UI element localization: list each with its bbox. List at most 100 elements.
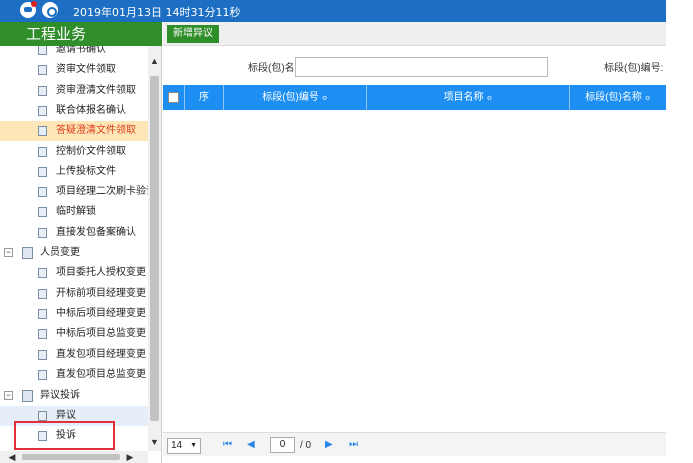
sidebar-item-invitation-confirm[interactable]: 邀请书确认: [0, 46, 148, 60]
folder-icon: [22, 390, 33, 402]
sort-icon[interactable]: ≎: [487, 95, 493, 102]
sidebar: 工程业务 邀请书确认 资审文件领取 资审澄清文件领取 联合体报名确认 答疑澄清文…: [0, 22, 162, 463]
sidebar-item-post-award-supervisor-change[interactable]: 中标后项目总监变更: [0, 324, 148, 344]
sidebar-group-personnel-change[interactable]: − 人员变更: [0, 243, 148, 263]
sidebar-item-pre-open-pm-change[interactable]: 开标前项目经理变更: [0, 284, 148, 304]
header-icons: [20, 1, 58, 18]
sidebar-item-qa-clarify[interactable]: 答疑澄清文件领取: [0, 121, 148, 141]
sort-icon[interactable]: ≎: [322, 95, 328, 102]
sidebar-item-upload-bid[interactable]: 上传投标文件: [0, 162, 148, 182]
scroll-left-icon[interactable]: ◀: [6, 451, 18, 463]
document-icon: [38, 350, 47, 360]
sidebar-horizontal-scrollbar[interactable]: ◀ ▶: [0, 451, 148, 463]
search-form: 标段(包)名称: 标段(包)编号:: [163, 54, 666, 78]
sidebar-item-consortium-confirm[interactable]: 联合体报名确认: [0, 101, 148, 121]
sidebar-item-label: 直接发包备案确认: [56, 227, 136, 238]
document-icon: [38, 126, 47, 136]
document-icon: [38, 228, 47, 238]
sidebar-group-label: 人员变更: [40, 247, 80, 258]
datetime-display: 2019年01月13日 14时31分11秒: [73, 6, 241, 19]
document-icon: [38, 309, 47, 319]
sidebar-item-control-price[interactable]: 控制价文件领取: [0, 142, 148, 162]
sidebar-item-prequal-clarify[interactable]: 资审澄清文件领取: [0, 81, 148, 101]
sidebar-item-label: 邀请书确认: [56, 46, 106, 55]
sidebar-item-label: 开标前项目经理变更: [56, 288, 146, 299]
sidebar-item-label: 临时解锁: [56, 206, 96, 217]
document-icon: [38, 207, 47, 217]
scroll-down-icon[interactable]: ▼: [148, 435, 161, 449]
sidebar-item-pm-card-verify[interactable]: 项目经理二次刷卡验证: [0, 182, 148, 202]
document-icon: [38, 329, 47, 339]
document-icon: [38, 411, 47, 421]
sidebar-item-label: 上传投标文件: [56, 166, 116, 177]
prev-page-icon[interactable]: ◀: [247, 439, 255, 450]
sidebar-item-label: 资审澄清文件领取: [56, 85, 136, 96]
pagination-bar: 14 ▼ ⏮ ◀ 0 / 0 ▶ ⏭: [163, 432, 666, 456]
folder-icon: [22, 247, 33, 259]
top-header-bar: 2019年01月13日 14时31分11秒: [0, 0, 666, 22]
sidebar-group-label: 异议投诉: [40, 390, 80, 401]
column-header-project-name[interactable]: 项目名称 ≎: [367, 85, 570, 110]
scrollbar-thumb[interactable]: [22, 454, 120, 460]
sidebar-item-label: 答疑澄清文件领取: [56, 125, 136, 136]
sidebar-item-label: 直发包项目总监变更: [56, 369, 146, 380]
document-icon: [38, 187, 47, 197]
total-pages: / 0: [300, 440, 312, 451]
add-objection-button[interactable]: 新增异议: [167, 25, 219, 43]
sidebar-item-label: 联合体报名确认: [56, 105, 126, 116]
sidebar-item-label: 中标后项目总监变更: [56, 328, 146, 339]
toolbar: 新增异议: [163, 22, 666, 46]
document-icon: [38, 106, 47, 116]
column-header-index: 序: [185, 85, 224, 110]
document-icon: [38, 268, 47, 278]
next-page-icon[interactable]: ▶: [325, 439, 333, 450]
sidebar-item-direct-filing[interactable]: 直接发包备案确认: [0, 223, 148, 243]
sidebar-item-temp-unlock[interactable]: 临时解锁: [0, 202, 148, 222]
page-right-margin: [666, 0, 693, 463]
sidebar-item-prequal-file[interactable]: 资审文件领取: [0, 60, 148, 80]
collapse-toggle-icon[interactable]: −: [4, 391, 13, 400]
sidebar-title: 工程业务: [0, 22, 162, 46]
grid-header: 序 标段(包)编号 ≎ 项目名称 ≎ 标段(包)名称 ≎: [163, 85, 666, 110]
sidebar-group-objection-complaint[interactable]: − 异议投诉: [0, 386, 148, 406]
document-icon: [38, 86, 47, 96]
document-icon: [38, 370, 47, 380]
sidebar-tree: 邀请书确认 资审文件领取 资审澄清文件领取 联合体报名确认 答疑澄清文件领取 控…: [0, 46, 148, 451]
sidebar-item-label: 资审文件领取: [56, 64, 116, 75]
sidebar-item-post-award-pm-change[interactable]: 中标后项目经理变更: [0, 304, 148, 324]
sidebar-item-direct-supervisor-change[interactable]: 直发包项目总监变更: [0, 365, 148, 385]
document-icon: [38, 65, 47, 75]
sidebar-item-label: 项目经理二次刷卡验证: [56, 186, 148, 197]
select-all-column[interactable]: [163, 85, 185, 110]
first-page-icon[interactable]: ⏮: [223, 439, 232, 450]
package-name-input[interactable]: [295, 57, 548, 77]
sort-icon[interactable]: ≎: [645, 95, 651, 102]
collapse-toggle-icon[interactable]: −: [4, 248, 13, 257]
gear-icon[interactable]: [42, 2, 58, 18]
sidebar-item-delegate-change[interactable]: 项目委托人授权变更: [0, 263, 148, 283]
document-icon: [38, 147, 47, 157]
sidebar-item-direct-pm-change[interactable]: 直发包项目经理变更: [0, 345, 148, 365]
current-page-input[interactable]: 0: [270, 437, 295, 453]
last-page-icon[interactable]: ⏭: [349, 439, 358, 450]
document-icon: [38, 289, 47, 299]
sidebar-item-label: 控制价文件领取: [56, 146, 126, 157]
chevron-down-icon: ▼: [190, 442, 197, 449]
column-header-package-name[interactable]: 标段(包)名称 ≎: [570, 85, 666, 110]
scrollbar-thumb[interactable]: [150, 76, 159, 421]
package-no-label: 标段(包)编号:: [604, 63, 664, 74]
main-panel: 新增异议 标段(包)名称: 标段(包)编号: 序 标段(包)编号 ≎ 项目名称 ≎ …: [163, 22, 666, 463]
column-header-package-no[interactable]: 标段(包)编号 ≎: [224, 85, 367, 110]
sidebar-item-label: 直发包项目经理变更: [56, 349, 146, 360]
sidebar-item-label: 项目委托人授权变更: [56, 267, 146, 278]
document-icon: [38, 46, 47, 55]
sidebar-item-label: 中标后项目经理变更: [56, 308, 146, 319]
document-icon: [38, 167, 47, 177]
page-size-select[interactable]: 14 ▼: [167, 438, 201, 454]
scroll-right-icon[interactable]: ▶: [124, 451, 136, 463]
highlight-annotation-box: [14, 421, 115, 450]
select-all-checkbox[interactable]: [168, 92, 179, 103]
message-icon[interactable]: [20, 1, 37, 18]
scroll-up-icon[interactable]: ▲: [148, 54, 161, 68]
sidebar-vertical-scrollbar[interactable]: ▲ ▼: [148, 46, 161, 451]
